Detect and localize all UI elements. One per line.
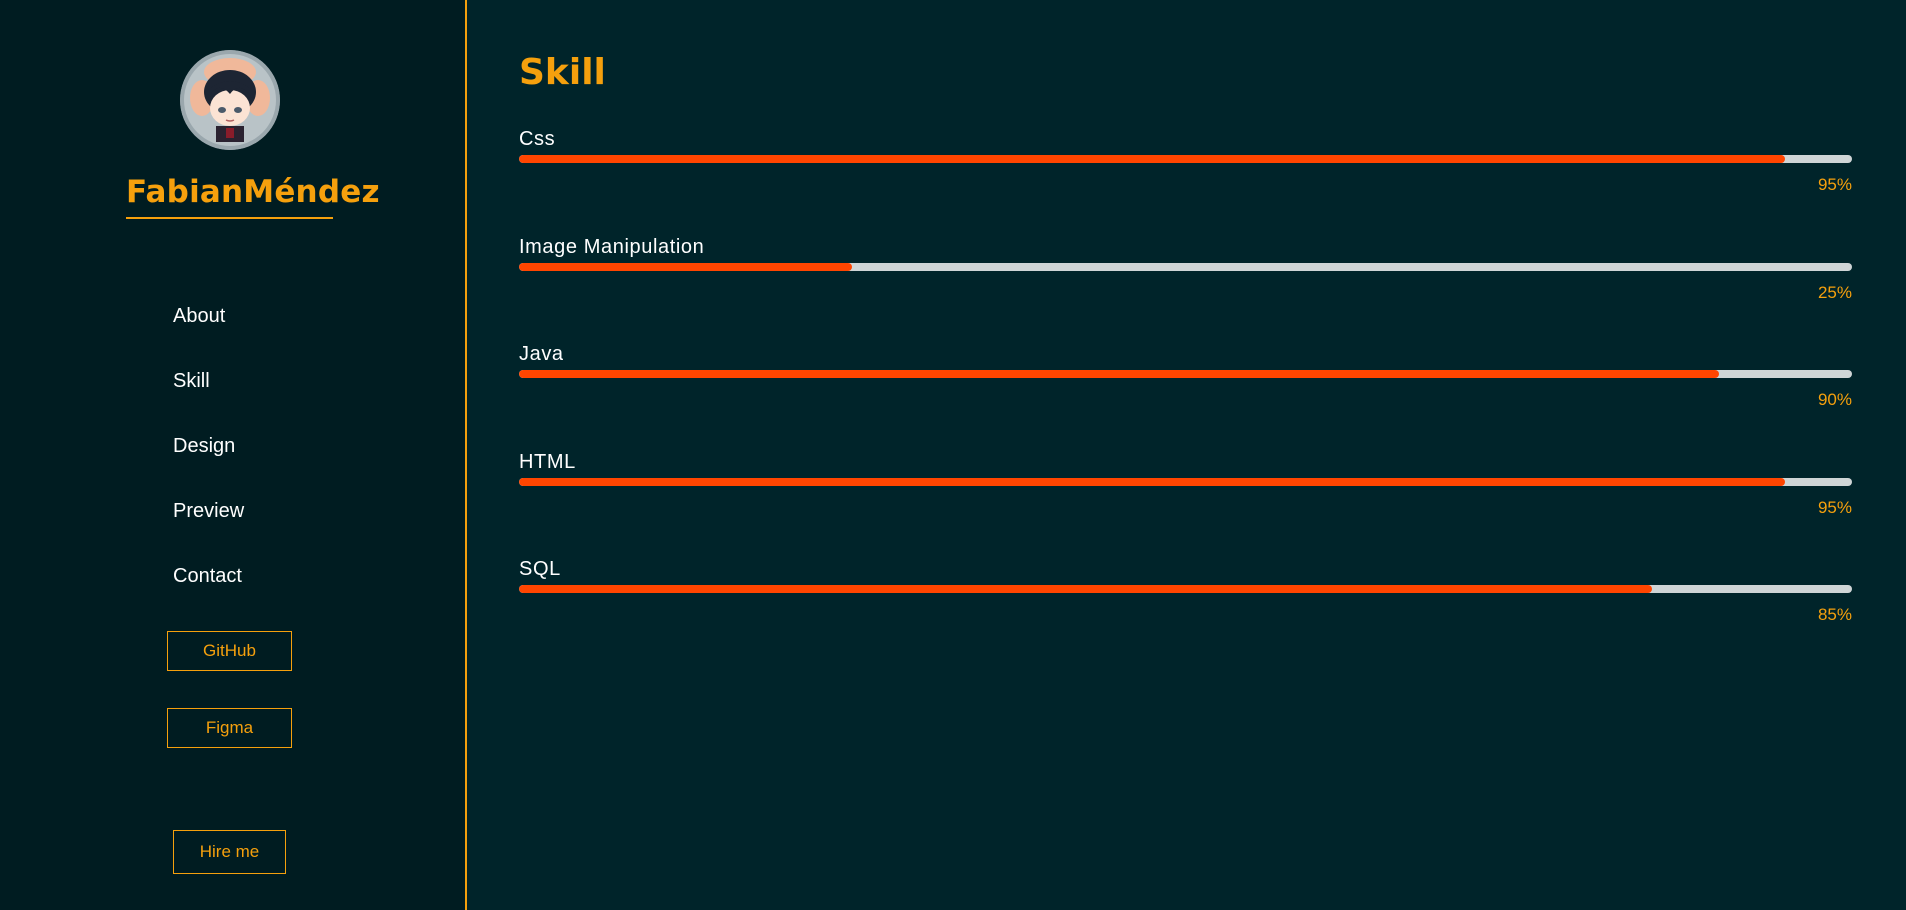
skill-bar-track <box>519 370 1852 378</box>
avatar-image <box>180 50 280 150</box>
skill-name: SQL <box>519 558 561 580</box>
sidebar: FabianMéndez About Skill Design Preview … <box>0 0 467 910</box>
figma-button[interactable]: Figma <box>167 708 292 748</box>
skill-name: Java <box>519 343 564 365</box>
skill-item: Css 95% <box>519 128 1852 198</box>
skill-bar-fill <box>519 370 1719 378</box>
skill-bar-track <box>519 263 1852 271</box>
brand-underline <box>126 217 333 219</box>
skill-item: SQL 85% <box>519 558 1852 628</box>
skill-bar-track <box>519 155 1852 163</box>
skill-name: Css <box>519 128 556 150</box>
skill-item: HTML 95% <box>519 451 1852 521</box>
hire-me-button[interactable]: Hire me <box>173 830 286 874</box>
skill-bar-fill <box>519 478 1786 486</box>
skill-item: Image Manipulation 25% <box>519 236 1852 306</box>
avatar <box>180 50 280 150</box>
skill-percent: 85% <box>1817 605 1852 624</box>
nav-menu: About Skill Design Preview Contact <box>173 300 244 625</box>
skill-bar-fill <box>519 155 1786 163</box>
skill-bar-track <box>519 478 1852 486</box>
page-title: Skill <box>519 52 606 93</box>
brand-name[interactable]: FabianMéndez <box>126 174 380 210</box>
nav-item-skill[interactable]: Skill <box>173 365 244 430</box>
nav-item-design[interactable]: Design <box>173 430 244 495</box>
nav-item-about[interactable]: About <box>173 300 244 365</box>
skill-bar-fill <box>519 585 1653 593</box>
skill-percent: 25% <box>1817 283 1852 302</box>
skill-percent: 95% <box>1817 175 1852 194</box>
nav-item-preview[interactable]: Preview <box>173 495 244 560</box>
app-window: FabianMéndez About Skill Design Preview … <box>0 0 1906 910</box>
skill-percent: 95% <box>1817 498 1852 517</box>
skill-name: Image Manipulation <box>519 236 705 258</box>
skill-section: Skill Css 95% Image Manipulation 25% Jav… <box>467 0 1906 910</box>
skill-percent: 90% <box>1817 390 1852 409</box>
skill-bar-fill <box>519 263 853 271</box>
skill-bar-track <box>519 585 1852 593</box>
skill-name: HTML <box>519 451 576 473</box>
github-button[interactable]: GitHub <box>167 631 292 671</box>
nav-item-contact[interactable]: Contact <box>173 560 244 625</box>
skill-item: Java 90% <box>519 343 1852 413</box>
